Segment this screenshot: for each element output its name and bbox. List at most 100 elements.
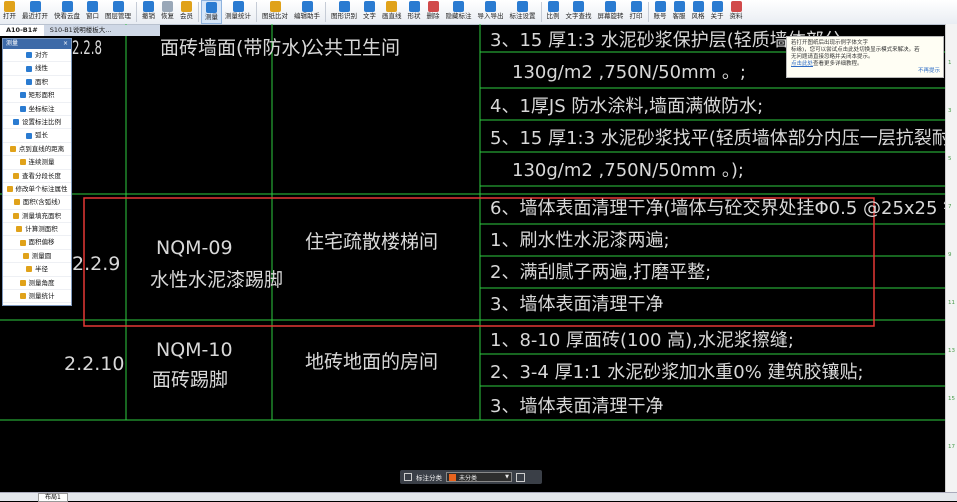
measure-tool-label: 连续测量 <box>28 158 55 167</box>
toolbar-button[interactable]: 文字查找 <box>563 0 595 24</box>
ruler-number: 15 <box>948 396 955 402</box>
toolbar-button[interactable]: 资料 <box>727 0 746 24</box>
tab-s10[interactable]: S10-B1说明楼板大... <box>44 25 118 36</box>
measure-tool-item[interactable]: 半径 <box>3 263 71 277</box>
measure-tool-item[interactable]: 测量填充面积 <box>3 210 71 224</box>
ruler-number: 1 <box>948 60 952 66</box>
grid-icon[interactable] <box>404 473 412 481</box>
close-icon[interactable]: × <box>63 39 71 49</box>
toolbar-button[interactable]: 撤销 <box>139 0 158 24</box>
modify-icon <box>6 186 13 193</box>
toolbar-button[interactable]: 编辑助手 <box>291 0 323 24</box>
redo-icon <box>162 1 173 12</box>
measure-tool-label: 矩形面积 <box>28 91 55 100</box>
row-code: 2.2.9 <box>72 253 120 275</box>
row-name: 面砖墙面(带防水) <box>160 37 308 59</box>
toolbar-label: 隐藏标注 <box>445 12 472 20</box>
measure-tool-item[interactable]: 对齐 <box>3 49 71 63</box>
ruler-number: 3 <box>948 108 952 114</box>
arc-area-icon <box>13 199 20 206</box>
measure-tool-item[interactable]: 面积(含弧线) <box>3 196 71 210</box>
spec-line: 3、墙体表面清理干净 <box>490 294 663 315</box>
folder-open-icon <box>4 1 15 12</box>
toolbar-label: 图层管理 <box>105 12 131 20</box>
measure-tool-item[interactable]: 连续测量 <box>3 156 71 170</box>
vertical-ruler[interactable]: 1 3 5 7 9 11 13 15 17 <box>945 24 957 492</box>
measure-tool-item[interactable]: 测量圆 <box>3 250 71 264</box>
measure-tool-item[interactable]: 修改单个标注属性 <box>3 183 71 197</box>
toolbar-button[interactable]: 文字 <box>360 0 379 24</box>
toolbar-button[interactable]: 图纸比对 <box>259 0 291 24</box>
measure-tool-label: 修改单个标注属性 <box>15 184 68 193</box>
measure-stats-icon <box>232 1 244 12</box>
measure-tool-item[interactable]: 线性 <box>3 62 71 76</box>
toolbar-button[interactable]: 恢复 <box>158 0 177 24</box>
toolbar-button[interactable]: 标注设置 <box>507 0 539 24</box>
measure-tool-item[interactable]: 弧长 <box>3 129 71 143</box>
drawing-canvas[interactable]: 2.2.8 面砖墙面(带防水) 公共卫生间 2.2.9 NQM-09 水性水泥漆… <box>0 24 957 492</box>
measure-tool-item[interactable]: 计算测面积 <box>3 223 71 237</box>
toolbar-button[interactable]: 风格 <box>689 0 708 24</box>
toolbar-button[interactable]: 账号 <box>651 0 670 24</box>
tip-link[interactable]: 点击此处 <box>791 61 813 67</box>
measure-tool-label: 面积 <box>35 77 48 86</box>
fill-area-icon <box>13 212 19 219</box>
measure-panel: 测量 × 对齐 线性 面积 矩形面积 坐标标注 设置标注比例 弧长 点到直线的距离 连续测量 查看… <box>2 38 72 306</box>
docs-icon <box>730 1 742 12</box>
toolbar-label: 图纸比对 <box>262 12 288 20</box>
toolbar-button[interactable]: 关于 <box>708 0 727 24</box>
window-icon <box>87 1 98 12</box>
ruler-number: 11 <box>948 300 955 306</box>
toolbar-label: 图形识别 <box>331 12 357 20</box>
toolbar-label: 会员 <box>180 12 193 20</box>
tip-text: 无问题请直接忽略并关闭本提示。 <box>791 54 874 60</box>
ruler-number: 5 <box>948 156 952 162</box>
toolbar-button[interactable]: 屏幕旋转 <box>595 0 627 24</box>
measure-tool-item[interactable]: 面积偏移 <box>3 236 71 250</box>
toolbar-button[interactable]: 测量统计 <box>222 0 254 24</box>
align-icon <box>26 52 32 59</box>
toolbar-button[interactable]: 打印 <box>627 0 646 24</box>
toolbar-button[interactable]: 图形识别 <box>328 0 360 24</box>
measure-tool-item[interactable]: 坐标标注 <box>3 103 71 116</box>
toolbar: 打开 最近打开 快看云盘 窗口 图层管理 撤销 恢复 会员 测量 测量统计 图纸比对 编辑助手 图形识别… <box>0 0 957 25</box>
toolbar-button[interactable]: 窗口 <box>83 0 102 24</box>
measure-tool-label: 查看分段长度 <box>22 171 61 180</box>
measure-tool-item[interactable]: 测量统计 <box>3 290 71 304</box>
toolbar-label: 客服 <box>672 12 686 20</box>
toolbar-button[interactable]: 图层管理 <box>102 0 134 24</box>
ruler-number: 7 <box>948 204 952 210</box>
measure-tool-item[interactable]: 测量角度 <box>3 277 71 291</box>
coordinate-icon <box>19 105 26 112</box>
tab-a10[interactable]: A10-B1# <box>0 25 44 36</box>
toolbar-label: 关于 <box>710 12 724 20</box>
toolbar-button[interactable]: 画直线 <box>379 0 405 24</box>
edit-icon[interactable] <box>516 472 525 482</box>
category-label: 标注分类 <box>416 474 442 482</box>
sheet-tab-layout1[interactable]: 布局1 <box>38 493 68 502</box>
toolbar-button[interactable]: 最近打开 <box>19 0 51 24</box>
measure-tool-item[interactable]: 面积 <box>3 76 71 90</box>
measure-tool-item[interactable]: 矩形面积 <box>3 89 71 103</box>
toolbar-button[interactable]: 隐藏标注 <box>443 0 475 24</box>
dropdown-icon[interactable]: ▼ <box>505 474 509 480</box>
toolbar-button[interactable]: 比例 <box>544 0 563 24</box>
toolbar-button[interactable]: 导入导出 <box>475 0 507 24</box>
toolbar-button[interactable]: 打开 <box>0 0 19 24</box>
measure-tool-item[interactable]: 点到直线的距离 <box>3 143 71 157</box>
category-select[interactable]: 未分类 ▼ <box>446 472 512 482</box>
measure-icon <box>206 2 217 13</box>
toolbar-button[interactable]: 快看云盘 <box>51 0 83 24</box>
compare-icon <box>269 1 281 12</box>
toolbar-label: 最近打开 <box>22 12 48 20</box>
measure-tool-item[interactable]: 设置标注比例 <box>3 116 71 130</box>
import-export-icon <box>485 1 496 12</box>
dont-show-again-link[interactable]: 不再提示 <box>918 68 940 75</box>
segment-icon <box>13 172 19 179</box>
measure-tool-item[interactable]: 查看分段长度 <box>3 170 71 183</box>
toolbar-button[interactable]: 客服 <box>670 0 689 24</box>
toolbar-button[interactable]: 会员 <box>177 0 196 24</box>
toolbar-button[interactable]: 形状 <box>405 0 424 24</box>
toolbar-button[interactable]: 删除 <box>424 0 443 24</box>
toolbar-button[interactable]: 测量 <box>201 0 222 24</box>
